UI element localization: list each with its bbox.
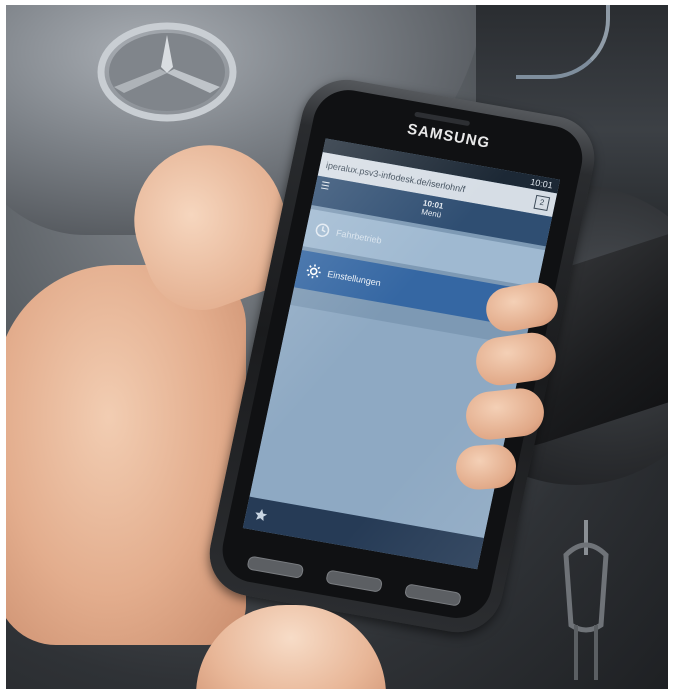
photo-frame: SAMSUNG 10:01 iperalux.psv3-infodesk.de/… — [6, 5, 668, 689]
menu-item-label: Fahrbetrieb — [335, 227, 383, 246]
status-time: 10:01 — [529, 176, 554, 191]
clock-icon — [315, 223, 330, 237]
keychain — [563, 520, 609, 680]
star-icon[interactable] — [253, 507, 270, 523]
tab-count-button[interactable]: 2 — [533, 194, 551, 212]
gear-icon — [306, 264, 321, 279]
menu-item-label: Einstellungen — [326, 268, 382, 289]
mercedes-star-logo — [97, 22, 237, 122]
